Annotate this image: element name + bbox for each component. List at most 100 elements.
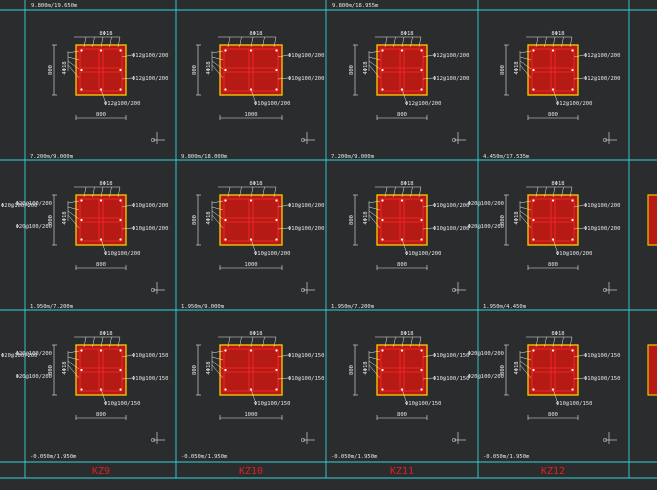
stirrup-label: Φ10@100/200 (584, 226, 620, 232)
rebar-bar (80, 199, 83, 202)
elevation-label: -0.050m/1.950m (181, 454, 228, 460)
elevation-label: 7.200m/9.000m (30, 154, 74, 160)
elevation-label: 9.800m/18.000m (181, 154, 228, 160)
rebar-bar (420, 199, 423, 202)
height-dimension-label: 800 (192, 65, 198, 75)
top-rebar-label: 8Φ18 (249, 331, 262, 337)
column-grade-label: KZ11 (390, 466, 414, 477)
stirrup-label: Φ10@100/200 (132, 226, 168, 232)
stirrup-label: Φ10@100/200 (254, 251, 290, 257)
top-rebar-label: 8Φ18 (400, 181, 413, 187)
rebar-bar (224, 68, 227, 72)
side-rebar-label: 4Φ18 (363, 211, 369, 224)
left-rebar-label: Φ20@100/200 (468, 201, 504, 207)
rebar-bar (249, 349, 253, 352)
elevation-label: 7.200m/9.000m (331, 154, 375, 160)
top-rebar-label: 8Φ18 (400, 31, 413, 37)
rebar-bar (551, 199, 555, 202)
stirrup-label: Φ12@100/200 (132, 53, 168, 59)
stirrup-label: Φ10@100/150 (405, 401, 441, 407)
rebar-bar (571, 218, 574, 222)
rebar-bar (275, 238, 278, 241)
column-section-outline (527, 44, 579, 96)
stirrup-label: Φ10@100/200 (584, 203, 620, 209)
height-dimension-label: 800 (349, 65, 355, 75)
column-section-outline (527, 344, 579, 396)
column-section: 8Φ18 4Φ18 800 Φ10@100/200 Φ10@100/200 Φ10@100… (349, 181, 469, 294)
stirrup-label: Φ10@100/150 (584, 353, 620, 359)
stirrup-label: Φ10@100/200 (132, 203, 168, 209)
rebar-bar (381, 68, 384, 72)
elevation-label: 9.800m/19.650m (31, 3, 78, 9)
top-rebar-label: 8Φ18 (99, 181, 112, 187)
rebar-bar (571, 68, 574, 72)
rebar-bar (381, 199, 384, 202)
side-rebar-label: 4Φ18 (206, 211, 212, 224)
rebar-bar (381, 238, 384, 241)
rebar-bar (80, 349, 83, 352)
rebar-bar (400, 349, 404, 352)
column-section-cells: 8Φ18 4Φ18 800 Φ12@100/200 Φ12@100/200 Φ12@100… (1, 3, 657, 460)
stirrup-label: Φ10@100/150 (132, 376, 168, 382)
left-rebar-label: Φ20@100/200 (468, 224, 504, 230)
column-section: 8Φ18 4Φ18 800 Φ10@100/200 Φ10@100/200 Φ10@100… (192, 31, 324, 144)
edge-partial-section (647, 344, 657, 396)
rebar-bar (420, 368, 423, 372)
width-dimension-label: 800 (548, 262, 558, 268)
stirrup-label: Φ12@100/200 (405, 101, 441, 107)
rebar-bar (532, 388, 535, 391)
width-dimension-label: 1000 (244, 412, 257, 418)
rebar-bar (275, 49, 278, 52)
rebar-bar (420, 88, 423, 91)
column-grade-label: KZ12 (541, 466, 565, 477)
rebar-bar (119, 68, 122, 72)
rebar-bar (99, 349, 103, 352)
rebar-bar (532, 199, 535, 202)
height-dimension-label: 800 (192, 215, 198, 225)
rebar-bar (381, 368, 384, 372)
edge-partial-label: Φ20@100/200 (1, 353, 37, 359)
width-dimension-label: 1000 (244, 112, 257, 118)
rebar-bar (275, 349, 278, 352)
height-dimension-label: 800 (500, 65, 506, 75)
stirrup-label: Φ10@100/150 (288, 353, 324, 359)
column-section: 8Φ18 4Φ18 800 Φ12@100/200 Φ12@100/200 Φ12@100… (31, 3, 168, 144)
side-rebar-label: 4Φ18 (62, 361, 68, 374)
side-rebar-label: 4Φ18 (62, 211, 68, 224)
rebar-bar (80, 368, 83, 372)
elevation-label: -0.050m/1.950m (30, 454, 77, 460)
rebar-bar (571, 88, 574, 91)
edge-partial-label: Φ20@100/200 (1, 203, 37, 209)
elevation-label: -0.050m/1.950m (483, 454, 530, 460)
rebar-bar (119, 218, 122, 222)
top-rebar-label: 8Φ18 (551, 181, 564, 187)
rebar-bar (571, 349, 574, 352)
column-section: 8Φ18 4Φ18 800 Φ12@100/200 Φ12@100/200 Φ12@100… (500, 31, 620, 144)
stirrup-label: Φ10@100/200 (288, 53, 324, 59)
rebar-bar (571, 238, 574, 241)
side-rebar-label: 4Φ18 (363, 61, 369, 74)
column-section: 8Φ18 4Φ18 800 Φ10@100/150 Φ10@100/150 Φ10@100… (349, 331, 469, 444)
rebar-bar (249, 49, 253, 52)
rebar-bar (119, 388, 122, 391)
stirrup-label: Φ12@100/200 (556, 101, 592, 107)
rebar-bar (249, 199, 253, 202)
rebar-bar (80, 49, 83, 52)
rebar-bar (420, 218, 423, 222)
cad-drawing-canvas[interactable]: 8Φ18 4Φ18 800 Φ12@100/200 Φ12@100/200 Φ12@100… (0, 0, 657, 490)
rebar-bar (80, 388, 83, 391)
top-rebar-label: 8Φ18 (99, 331, 112, 337)
column-section-outline (219, 344, 283, 396)
stirrup-label: Φ12@100/200 (132, 76, 168, 82)
stirrup-label: Φ12@100/200 (584, 76, 620, 82)
rebar-bar (381, 388, 384, 391)
column-section-outline (75, 44, 127, 96)
rebar-bar (80, 218, 83, 222)
column-section: 8Φ18 4Φ18 800 Φ12@100/200 Φ12@100/200 Φ12@100… (332, 3, 469, 144)
rebar-bar (420, 68, 423, 72)
left-rebar-label: Φ20@100/200 (16, 374, 52, 380)
stirrup-label: Φ10@100/200 (288, 76, 324, 82)
rebar-bar (119, 49, 122, 52)
stirrup-label: Φ12@100/200 (584, 53, 620, 59)
stirrup-label: Φ10@100/200 (254, 101, 290, 107)
